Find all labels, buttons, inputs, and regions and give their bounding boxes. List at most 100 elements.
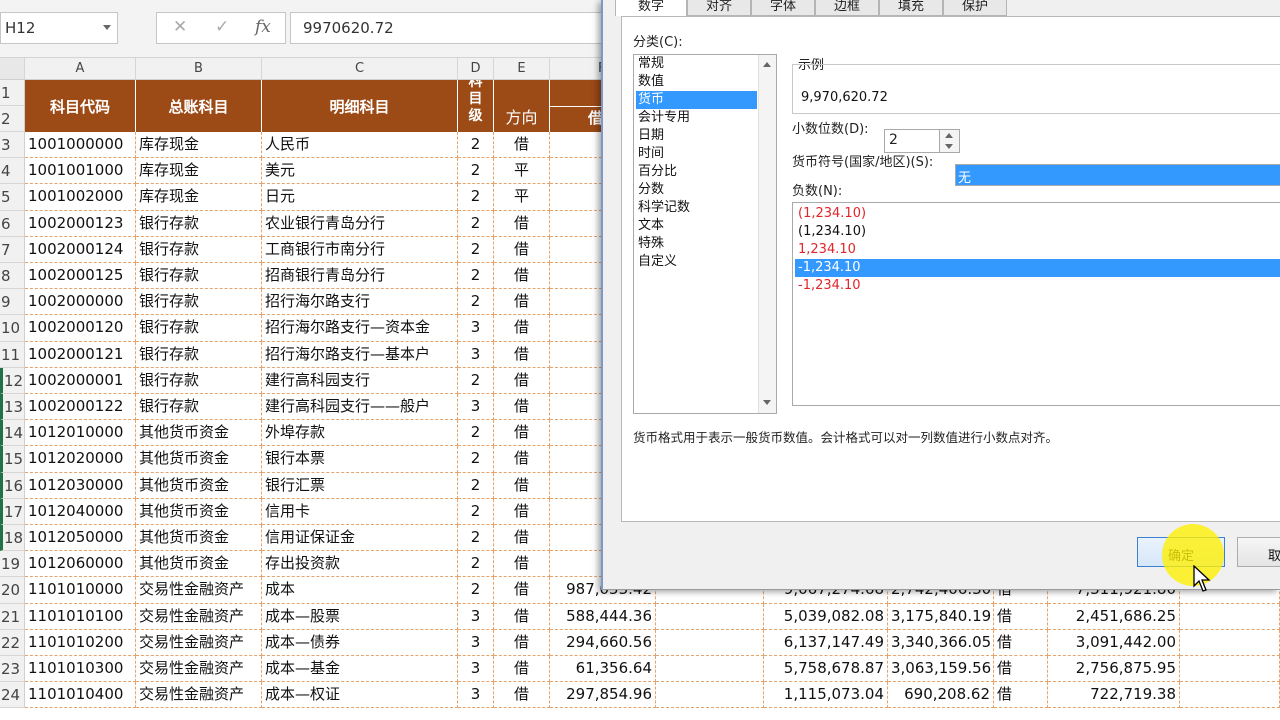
table-cell-detail[interactable]: 成本—基金 [262, 656, 458, 683]
table-cell-f[interactable]: 61,356.64 [550, 656, 656, 683]
tab-fill[interactable]: 填充 [879, 0, 943, 16]
table-cell-code[interactable]: 1002000120 [25, 315, 136, 342]
row-header[interactable]: 21 [0, 603, 25, 630]
table-cell-detail[interactable]: 成本—股票 [262, 603, 458, 630]
table-cell-lvl[interactable]: 2 [458, 551, 494, 578]
table-cell-code[interactable]: 1002000001 [25, 367, 136, 394]
table-cell-code[interactable]: 1002000124 [25, 236, 136, 263]
table-cell-lvl[interactable]: 2 [458, 184, 494, 211]
negative-option-red-parentheses[interactable]: (1,234.10) [795, 205, 1280, 223]
row-header[interactable]: 24 [0, 682, 25, 709]
table-cell-code[interactable]: 1001001000 [25, 158, 136, 185]
table-cell-lvl[interactable]: 2 [458, 472, 494, 499]
row-header[interactable]: 16 [0, 472, 25, 499]
table-cell-lvl[interactable]: 2 [458, 158, 494, 185]
decimal-places-input[interactable]: 2 [884, 129, 940, 153]
scroll-up-icon[interactable] [763, 62, 771, 67]
table-cell-detail[interactable]: 成本—债券 [262, 629, 458, 656]
table-cell-code[interactable]: 1101010100 [25, 603, 136, 630]
category-scrollbar[interactable] [758, 55, 776, 413]
column-header-b[interactable]: B [136, 58, 262, 80]
table-cell-code[interactable]: 1101010300 [25, 656, 136, 683]
tab-protection[interactable]: 保护 [943, 0, 1007, 16]
category-time[interactable]: 时间 [636, 145, 757, 163]
table-cell-dir[interactable]: 借 [494, 577, 550, 604]
category-accounting[interactable]: 会计专用 [636, 109, 757, 127]
insert-function-icon[interactable]: fx [255, 17, 271, 37]
increment-icon[interactable] [945, 133, 953, 138]
table-cell-k[interactable]: 2,451,686.25 [1048, 603, 1180, 630]
negative-option-red[interactable]: 1,234.10 [795, 241, 1280, 259]
table-cell-lvl[interactable]: 3 [458, 603, 494, 630]
category-special[interactable]: 特殊 [636, 235, 757, 253]
table-cell-ledger[interactable]: 其他货币资金 [136, 498, 262, 525]
category-scientific[interactable]: 科学记数 [636, 199, 757, 217]
row-header[interactable]: 19 [0, 551, 25, 578]
row-header[interactable]: 13 [0, 394, 25, 421]
row-header[interactable]: 12 [0, 367, 25, 394]
table-cell-detail[interactable]: 招行海尔路支行—资本金 [262, 315, 458, 342]
name-box[interactable]: H12 [0, 12, 118, 44]
category-list[interactable]: 常规 数值 货币 会计专用 日期 时间 百分比 分数 科学记数 文本 特殊 自定… [633, 54, 777, 414]
table-cell-detail[interactable]: 人民币 [262, 132, 458, 159]
table-cell-lvl[interactable]: 3 [458, 682, 494, 709]
table-cell-lvl[interactable]: 2 [458, 420, 494, 447]
table-cell-ledger[interactable]: 其他货币资金 [136, 525, 262, 552]
table-cell-dir[interactable]: 借 [494, 367, 550, 394]
table-cell-l[interactable] [1180, 656, 1280, 683]
category-currency[interactable]: 货币 [636, 91, 757, 109]
table-cell-code[interactable]: 1012010000 [25, 420, 136, 447]
table-cell-i[interactable]: 690,208.62 [888, 682, 994, 709]
negative-option-minus[interactable]: -1,234.10 [795, 259, 1280, 277]
table-cell-l[interactable] [1180, 682, 1280, 709]
table-cell-code[interactable]: 1012040000 [25, 498, 136, 525]
tab-number[interactable]: 数字 [615, 0, 687, 16]
tab-font[interactable]: 字体 [751, 0, 815, 16]
negative-numbers-list[interactable]: (1,234.10) (1,234.10) 1,234.10 -1,234.10… [792, 202, 1280, 406]
table-cell-detail[interactable]: 成本—权证 [262, 682, 458, 709]
table-cell-detail[interactable]: 日元 [262, 184, 458, 211]
table-cell-code[interactable]: 1012030000 [25, 472, 136, 499]
table-cell-ledger[interactable]: 银行存款 [136, 289, 262, 316]
table-cell-lvl[interactable]: 3 [458, 315, 494, 342]
table-cell-lvl[interactable]: 2 [458, 210, 494, 237]
table-cell-code[interactable]: 1012020000 [25, 446, 136, 473]
decrement-icon[interactable] [945, 144, 953, 149]
table-cell-i[interactable]: 3,340,366.05 [888, 629, 994, 656]
table-cell-detail[interactable]: 工商银行市南分行 [262, 236, 458, 263]
table-cell-dir[interactable]: 借 [494, 210, 550, 237]
column-header-d[interactable]: D [458, 58, 494, 80]
table-cell-dir[interactable]: 借 [494, 289, 550, 316]
table-cell-detail[interactable]: 建行高科园支行 [262, 367, 458, 394]
table-cell-code[interactable]: 1002000122 [25, 394, 136, 421]
table-cell-dir[interactable]: 借 [494, 472, 550, 499]
table-cell-k[interactable]: 2,756,875.95 [1048, 656, 1180, 683]
table-cell-dir[interactable]: 借 [494, 420, 550, 447]
row-header[interactable]: 20 [0, 577, 25, 604]
table-cell-code[interactable]: 1101010000 [25, 577, 136, 604]
row-header[interactable]: 18 [0, 525, 25, 552]
table-cell-detail[interactable]: 农业银行青岛分行 [262, 210, 458, 237]
table-cell-detail[interactable]: 招商银行青岛分行 [262, 263, 458, 290]
table-cell-detail[interactable]: 银行汇票 [262, 472, 458, 499]
table-cell-lvl[interactable]: 2 [458, 577, 494, 604]
table-cell-dir[interactable]: 借 [494, 498, 550, 525]
category-fraction[interactable]: 分数 [636, 181, 757, 199]
row-header[interactable]: 11 [0, 341, 25, 368]
table-cell-j[interactable]: 借 [994, 629, 1048, 656]
row-header-1[interactable]: 1 [0, 80, 25, 106]
table-cell-detail[interactable]: 招行海尔路支行—基本户 [262, 341, 458, 368]
table-cell-ledger[interactable]: 交易性金融资产 [136, 682, 262, 709]
table-cell-code[interactable]: 1101010400 [25, 682, 136, 709]
table-cell-lvl[interactable]: 2 [458, 446, 494, 473]
table-cell-code[interactable]: 1001000000 [25, 132, 136, 159]
table-cell-lvl[interactable]: 3 [458, 629, 494, 656]
category-custom[interactable]: 自定义 [636, 253, 757, 271]
table-cell-lvl[interactable]: 2 [458, 132, 494, 159]
category-general[interactable]: 常规 [636, 55, 757, 73]
table-cell-detail[interactable]: 招行海尔路支行 [262, 289, 458, 316]
row-header[interactable]: 14 [0, 420, 25, 447]
table-cell-detail[interactable]: 银行本票 [262, 446, 458, 473]
table-cell-ledger[interactable]: 库存现金 [136, 158, 262, 185]
chevron-down-icon[interactable] [103, 25, 111, 30]
